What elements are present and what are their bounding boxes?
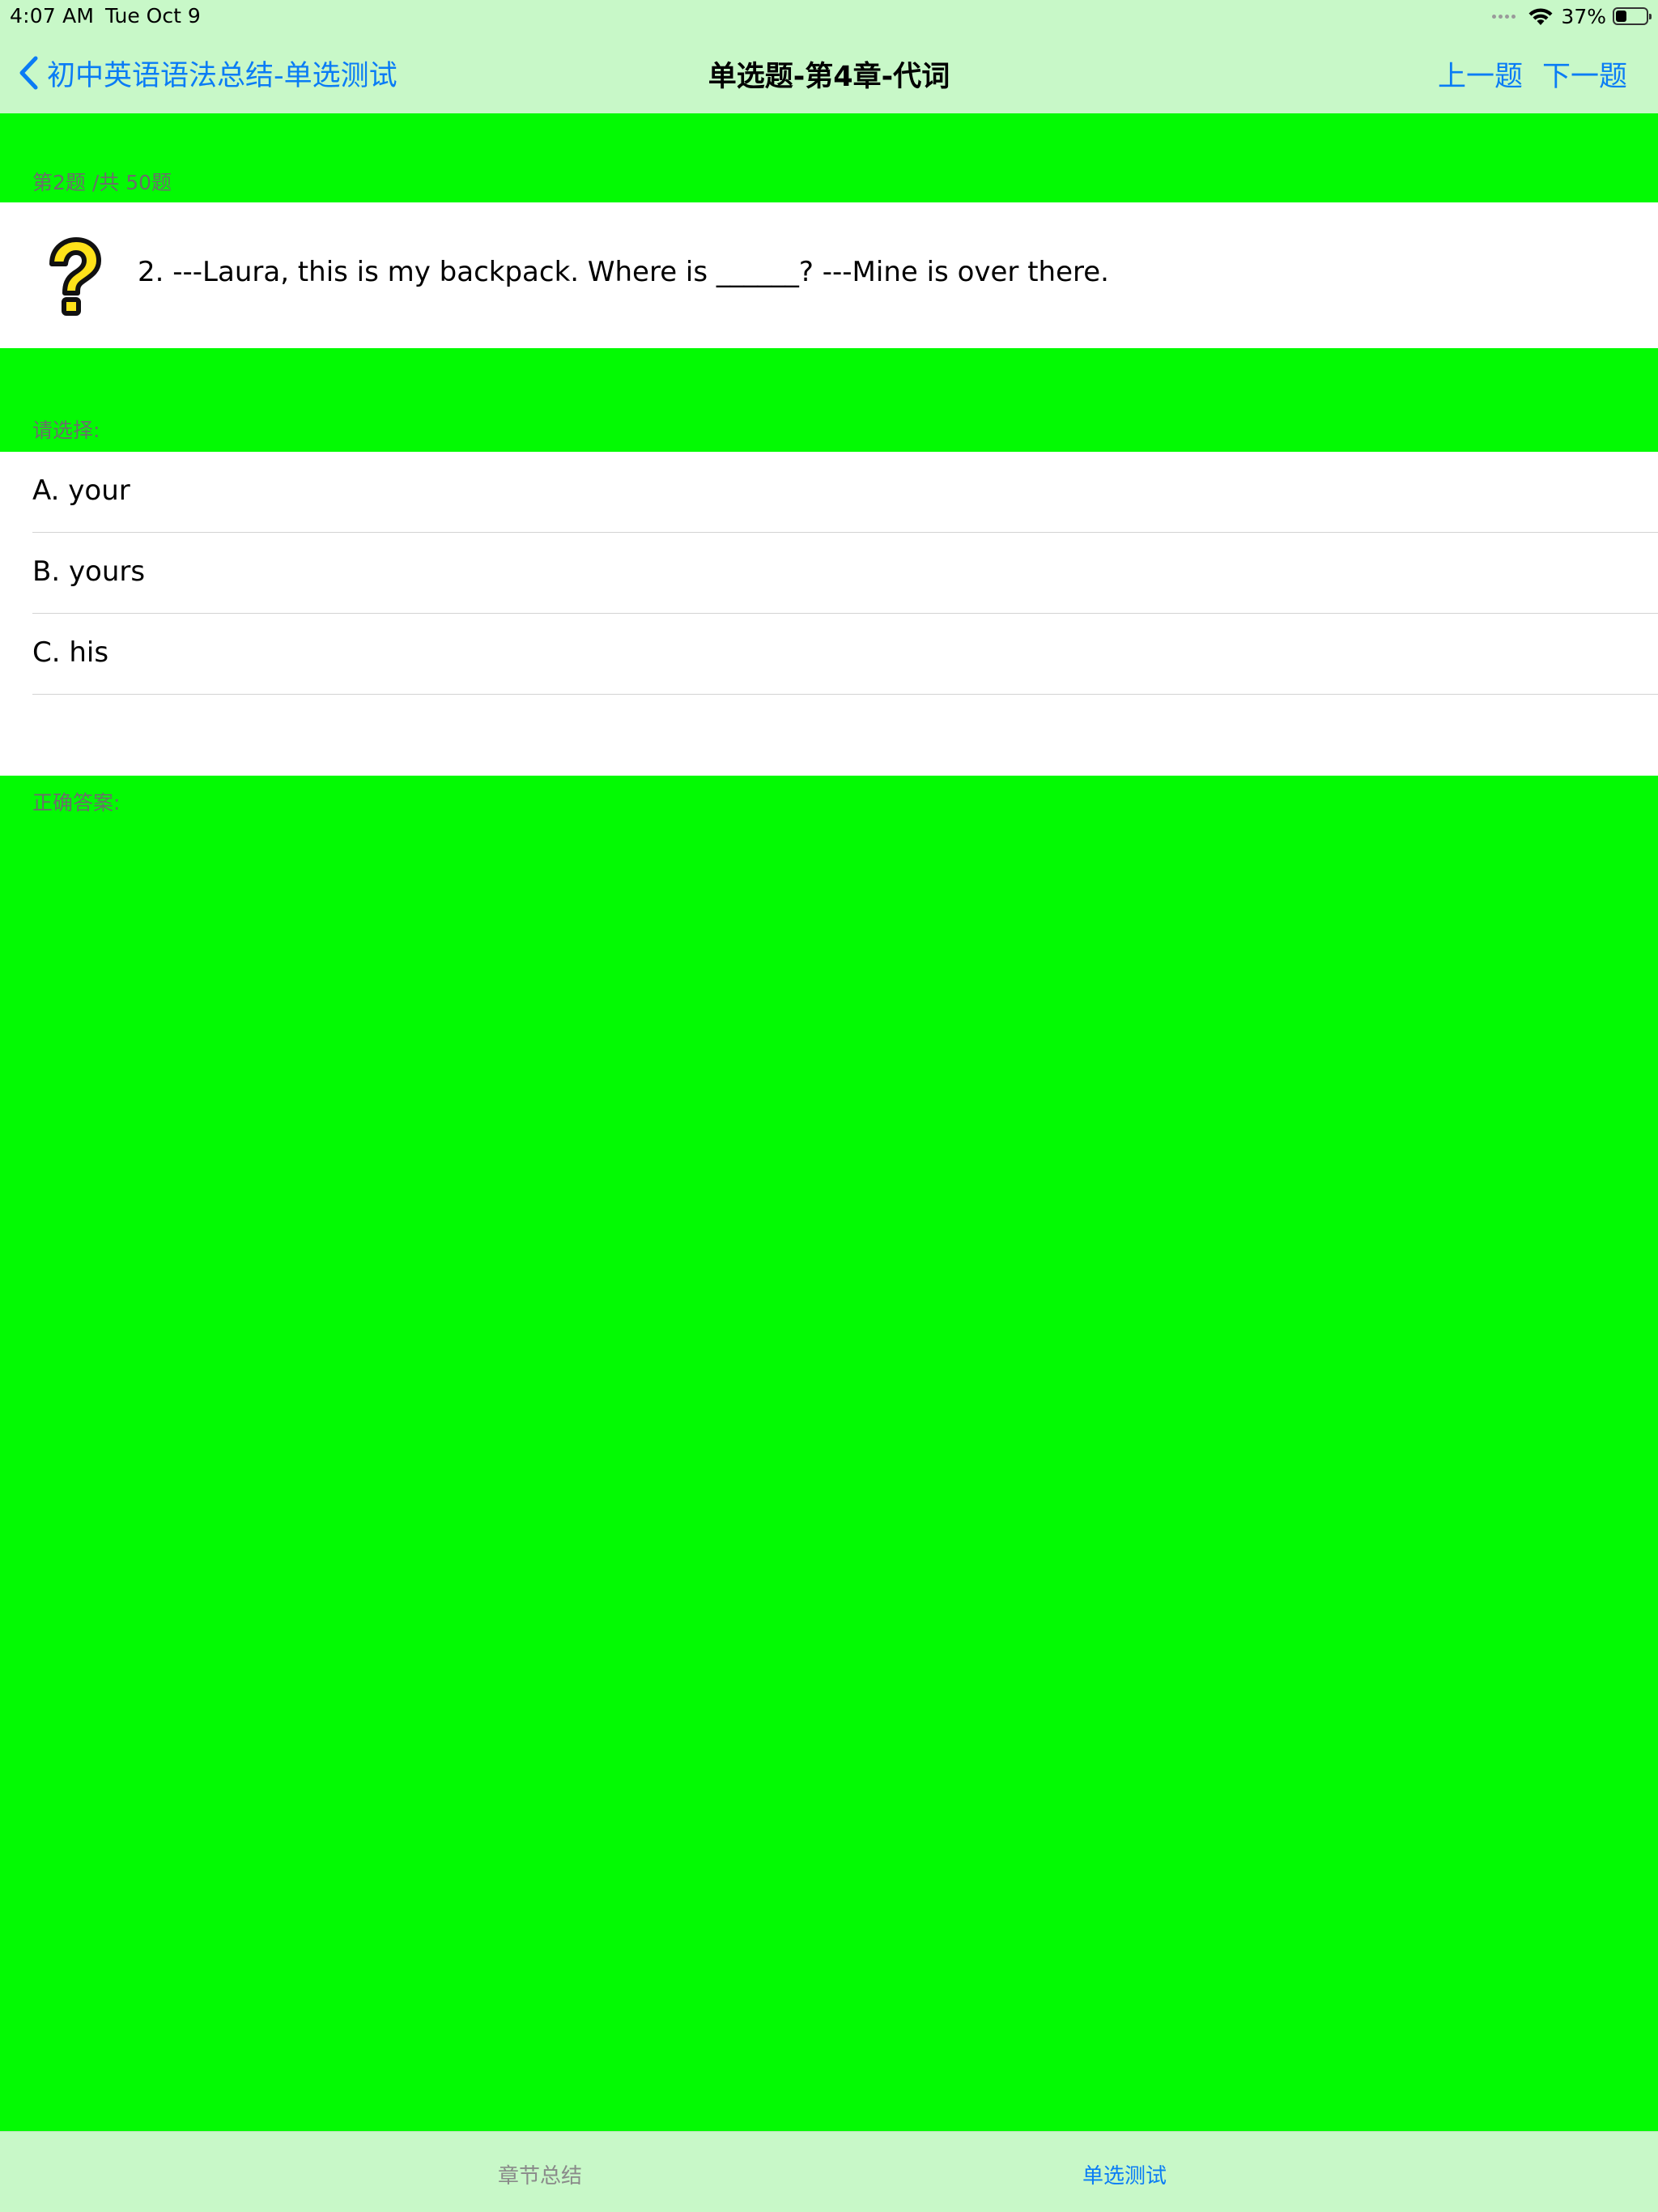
- top-chrome: 4:07 AM Tue Oct 9 37% 初中英语语法总结-单选测试 单选题-…: [0, 0, 1658, 113]
- tab-single-choice-test[interactable]: 单选测试: [1082, 2159, 1167, 2189]
- tab-chapter-summary[interactable]: 章节总结: [498, 2159, 582, 2189]
- nav-actions: 上一题 下一题: [1438, 53, 1627, 95]
- question-text: 2. ---Laura, this is my backpack. Where …: [138, 256, 1109, 288]
- status-bar: 4:07 AM Tue Oct 9 37%: [0, 0, 1658, 32]
- question-progress: 第2题 /共 50题: [32, 171, 172, 194]
- battery-icon: [1613, 7, 1652, 25]
- status-date: Tue Oct 9: [105, 4, 201, 28]
- battery-fill: [1616, 11, 1626, 22]
- option-label: A. your: [32, 474, 130, 507]
- page-title: 单选题-第4章-代词: [708, 61, 950, 93]
- wifi-icon: [1528, 8, 1553, 25]
- options-list: A. your B. yours C. his: [0, 452, 1658, 776]
- signal-dots-icon: [1492, 14, 1516, 19]
- option-label: B. yours: [32, 555, 146, 588]
- option-label: C. his: [32, 636, 109, 669]
- battery-percent: 37%: [1561, 4, 1606, 28]
- question-card: 2. ---Laura, this is my backpack. Where …: [0, 202, 1658, 348]
- previous-question-button[interactable]: 上一题: [1438, 53, 1523, 95]
- option-c[interactable]: C. his: [32, 614, 1658, 695]
- option-a[interactable]: A. your: [32, 452, 1658, 533]
- navigation-bar: 初中英语语法总结-单选测试 单选题-第4章-代词 上一题 下一题: [0, 32, 1658, 113]
- correct-answer-header: 正确答案:: [32, 791, 121, 815]
- question-mark-icon: [49, 237, 101, 316]
- tab-bar: 章节总结 单选测试: [0, 2131, 1658, 2212]
- option-b[interactable]: B. yours: [32, 533, 1658, 614]
- options-header: 请选择:: [32, 419, 100, 442]
- next-question-button[interactable]: 下一题: [1542, 53, 1627, 95]
- status-indicators: 37%: [1492, 3, 1652, 29]
- status-time: 4:07 AM: [10, 4, 95, 28]
